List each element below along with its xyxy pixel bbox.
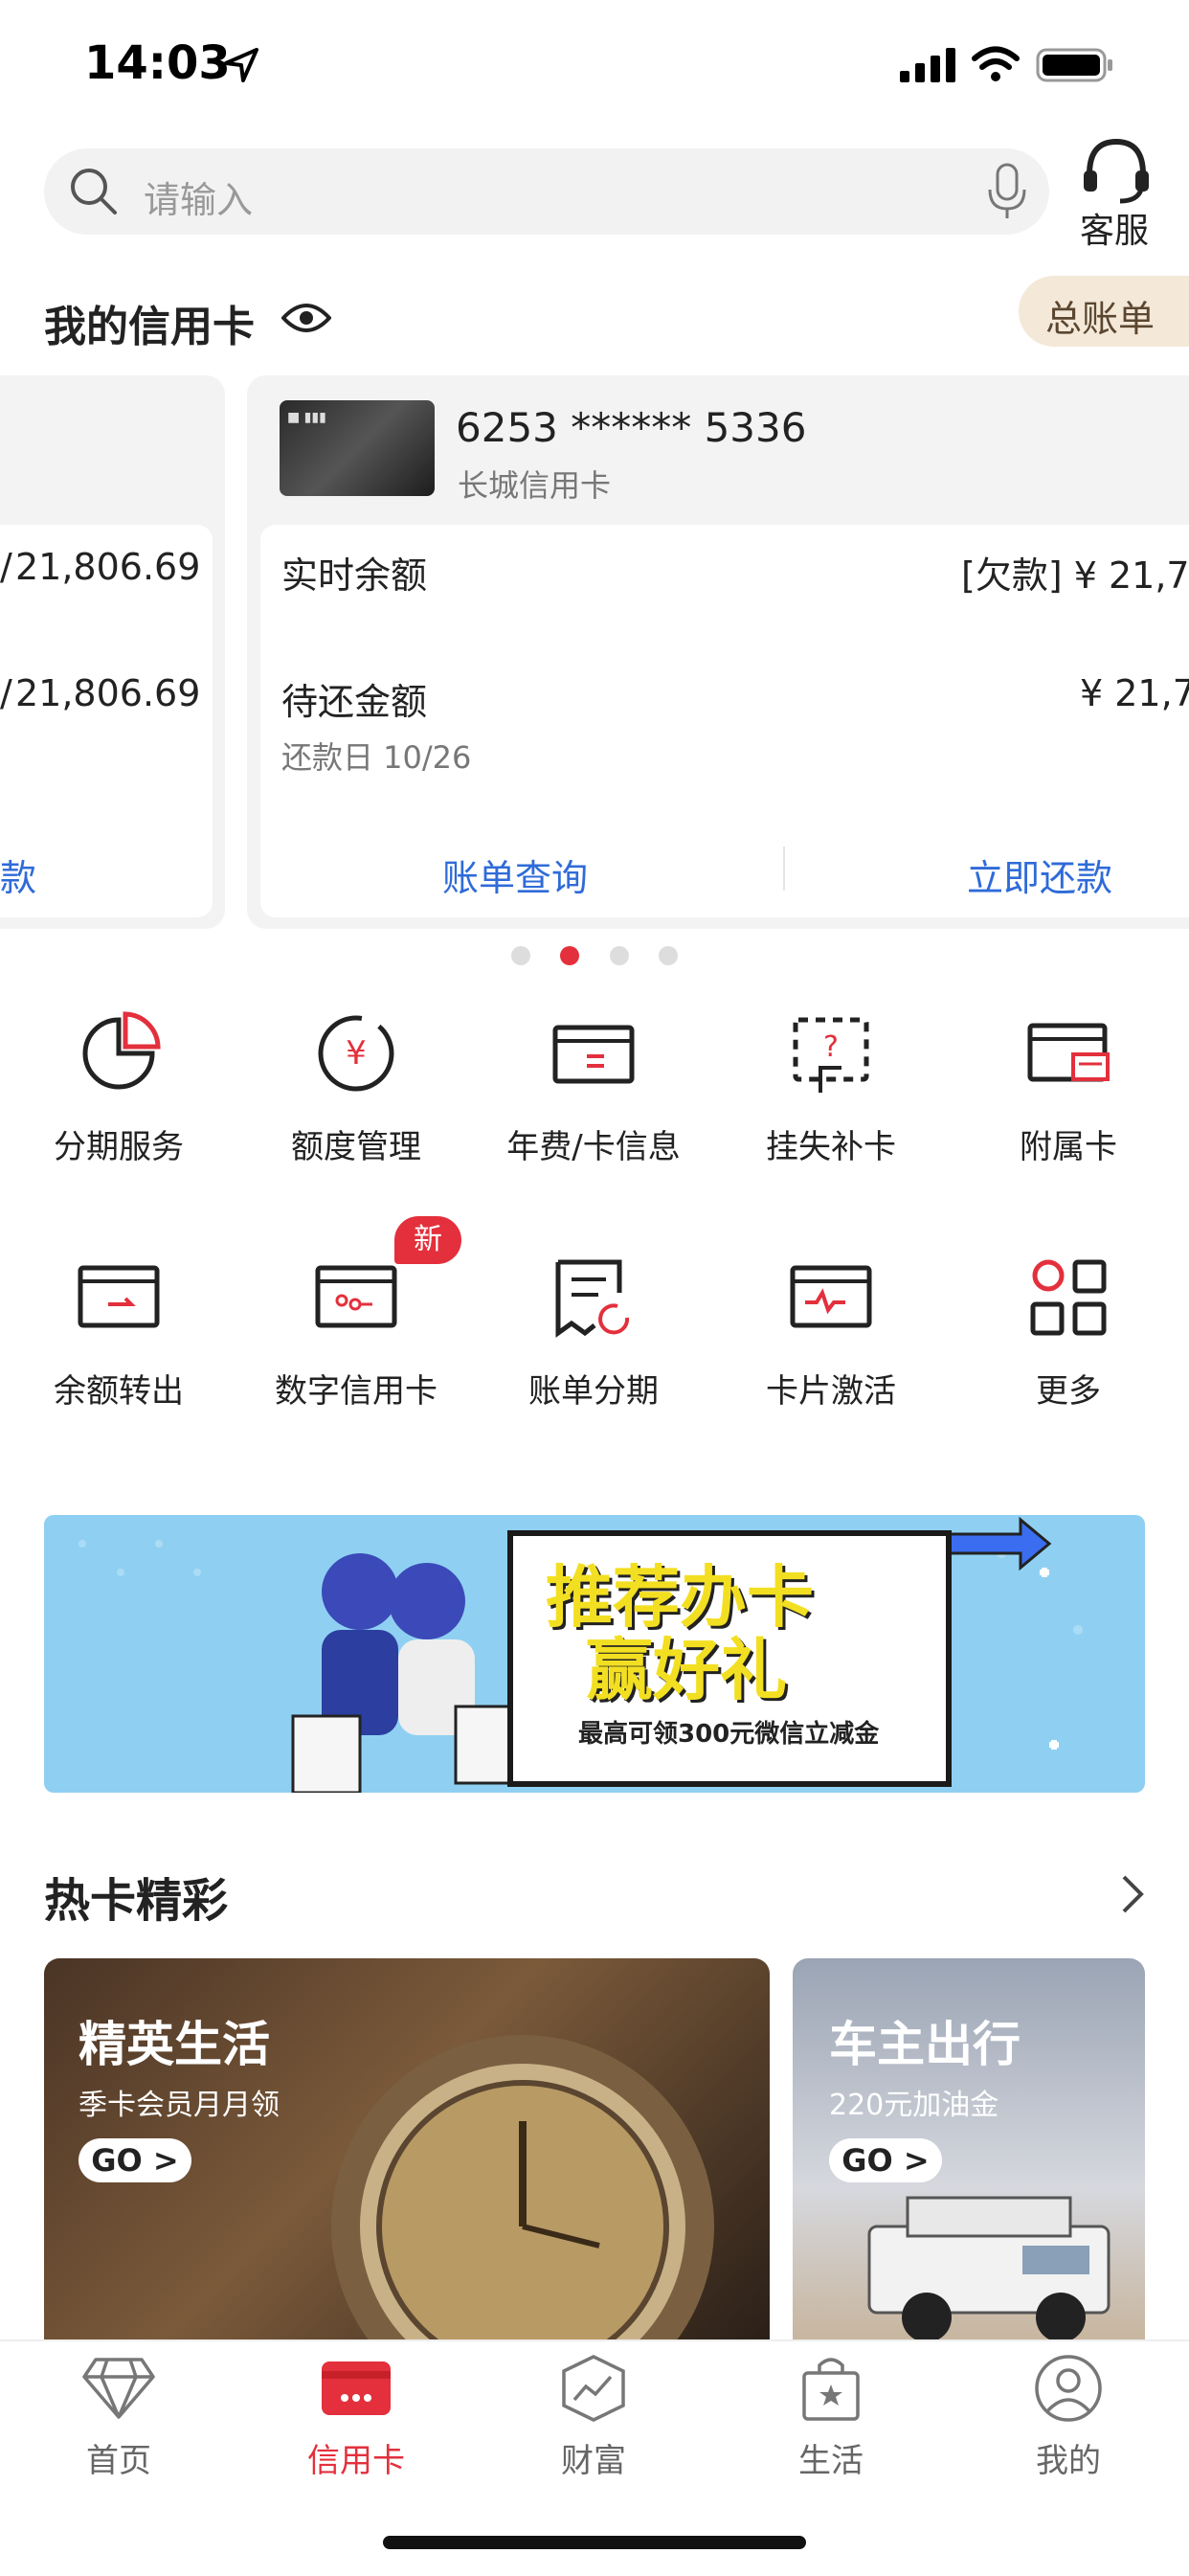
hot-card-subtitle: 季卡会员月月领 xyxy=(79,2089,280,2122)
go-button[interactable]: GO > xyxy=(829,2138,942,2182)
prev-card-yuan: / xyxy=(0,546,12,588)
bill-installment-icon xyxy=(555,1259,630,1338)
diamond-icon xyxy=(82,2358,155,2419)
pie-chart-icon xyxy=(82,1011,161,1090)
action-divider xyxy=(783,847,785,891)
home-indicator[interactable] xyxy=(383,2536,806,2549)
balance-transfer-icon xyxy=(78,1265,160,1328)
hot-card-car-owner[interactable]: 车主出行 220元加油金 GO > xyxy=(793,1958,1145,2341)
more-grid-icon xyxy=(1030,1259,1107,1336)
prev-card-value2: 21,806.69 xyxy=(15,672,201,714)
prev-card-action[interactable]: 款 xyxy=(0,848,36,901)
wifi-icon xyxy=(972,46,1020,81)
shopping-bag-icon xyxy=(802,2358,860,2421)
service-label: 挂失补卡 xyxy=(766,1128,896,1166)
svg-text:¥: ¥ xyxy=(346,1034,367,1073)
promo-title-line2: 赢好礼 xyxy=(586,1631,787,1709)
yuan-circle-icon: ¥ xyxy=(318,1015,394,1092)
hot-card-title: 精英生活 xyxy=(79,2017,270,2072)
pager-dot[interactable] xyxy=(659,946,678,965)
watch-illustration xyxy=(331,2035,714,2341)
card-activate-icon xyxy=(790,1265,872,1328)
supplementary-card-icon xyxy=(1027,1023,1110,1082)
prev-card-yuan2: / xyxy=(0,672,12,714)
service-card-activate[interactable]: 卡片激活 xyxy=(712,1250,950,1412)
card-name: 长城信用卡 xyxy=(458,467,612,504)
due-date: 还款日 10/26 xyxy=(281,739,472,776)
new-badge: 新 xyxy=(394,1216,461,1264)
tab-home[interactable]: 首页 xyxy=(42,2354,195,2497)
go-button[interactable]: GO > xyxy=(79,2138,191,2182)
customer-service-label[interactable]: 客服 xyxy=(1080,203,1149,253)
service-label: 卡片激活 xyxy=(766,1372,896,1411)
status-time: 14:03 xyxy=(84,36,231,90)
section-title: 我的信用卡 xyxy=(44,303,255,351)
tab-label-active: 信用卡 xyxy=(307,2442,405,2480)
service-installment[interactable]: 分期服务 xyxy=(0,1006,237,1168)
pager-dot-active[interactable] xyxy=(560,946,579,965)
promo-subtitle: 最高可领300元微信立减金 xyxy=(578,1720,880,1749)
service-label: 余额转出 xyxy=(54,1372,184,1411)
tab-label: 生活 xyxy=(798,2442,864,2480)
realtime-balance-value: [欠款] ¥ 21,7 xyxy=(961,554,1189,597)
prev-card-value1: 21,806.69 xyxy=(15,546,201,588)
service-label: 年费/卡信息 xyxy=(506,1128,681,1166)
user-icon xyxy=(1035,2355,1102,2422)
tab-label: 我的 xyxy=(1036,2442,1101,2480)
service-annual-fee[interactable]: 年费/卡信息 xyxy=(475,1006,712,1168)
tab-life[interactable]: 生活 xyxy=(754,2354,908,2497)
hot-cards-title: 热卡精彩 xyxy=(44,1874,229,1928)
credit-card-icon xyxy=(322,2361,391,2415)
status-bar: 14:03 xyxy=(0,0,1189,134)
microphone-icon[interactable] xyxy=(986,163,1028,222)
due-amount-label: 待还金额 xyxy=(281,681,428,723)
bill-query-link[interactable]: 账单查询 xyxy=(442,848,588,901)
tab-label: 财富 xyxy=(561,2442,626,2480)
search-input[interactable]: 请输入 xyxy=(144,170,253,223)
service-balance-transfer[interactable]: 余额转出 xyxy=(0,1250,237,1412)
tab-wealth[interactable]: 财富 xyxy=(517,2354,670,2497)
pager-dot[interactable] xyxy=(511,946,530,965)
pager-dot[interactable] xyxy=(610,946,629,965)
due-amount-value: ¥ 21,7 xyxy=(1080,672,1189,714)
signal-icon xyxy=(900,48,955,82)
hot-card-title: 车主出行 xyxy=(829,2017,1021,2072)
search-icon xyxy=(71,169,117,215)
card-info-icon xyxy=(552,1025,635,1084)
tab-mine[interactable]: 我的 xyxy=(992,2354,1145,2497)
svg-text:?: ? xyxy=(823,1030,839,1064)
total-bill-label[interactable]: 总账单 xyxy=(1045,289,1155,342)
hot-card-elite-life[interactable]: 精英生活 季卡会员月月领 GO > xyxy=(44,1958,770,2341)
service-report-lost[interactable]: ? 挂失补卡 xyxy=(712,1006,950,1168)
service-digital-card[interactable]: 数字信用卡 xyxy=(237,1250,475,1412)
digital-card-icon xyxy=(315,1265,397,1328)
tab-label: 首页 xyxy=(86,2442,151,2480)
car-illustration xyxy=(867,2196,1110,2341)
service-limit[interactable]: ¥ 额度管理 xyxy=(237,1006,475,1168)
service-more[interactable]: 更多 xyxy=(950,1250,1187,1412)
tab-credit-card[interactable]: 信用卡 xyxy=(280,2354,433,2497)
chevron-right-icon[interactable] xyxy=(1118,1873,1147,1915)
location-arrow-icon xyxy=(224,48,258,82)
repay-now-link[interactable]: 立即还款 xyxy=(967,848,1112,901)
service-label: 额度管理 xyxy=(291,1128,421,1166)
wealth-chart-icon xyxy=(562,2355,625,2422)
service-label: 分期服务 xyxy=(54,1128,184,1166)
customer-service-icon[interactable] xyxy=(1080,136,1153,205)
realtime-balance-label: 实时余额 xyxy=(281,554,428,597)
hot-card-subtitle: 220元加油金 xyxy=(829,2089,999,2122)
service-label: 账单分期 xyxy=(528,1372,659,1411)
service-bill-installment[interactable]: 账单分期 xyxy=(475,1250,712,1412)
service-label: 附属卡 xyxy=(1020,1128,1117,1166)
card-lost-icon: ? xyxy=(793,1017,869,1093)
battery-icon xyxy=(1036,48,1112,82)
card-number: 6253 ****** 5336 xyxy=(456,404,807,451)
service-label: 数字信用卡 xyxy=(275,1372,437,1411)
service-label: 更多 xyxy=(1036,1372,1101,1411)
service-supplementary[interactable]: 附属卡 xyxy=(950,1006,1187,1168)
card-image-emblem: ■ ▮▮▮ xyxy=(287,410,326,425)
eye-icon[interactable] xyxy=(281,299,331,337)
